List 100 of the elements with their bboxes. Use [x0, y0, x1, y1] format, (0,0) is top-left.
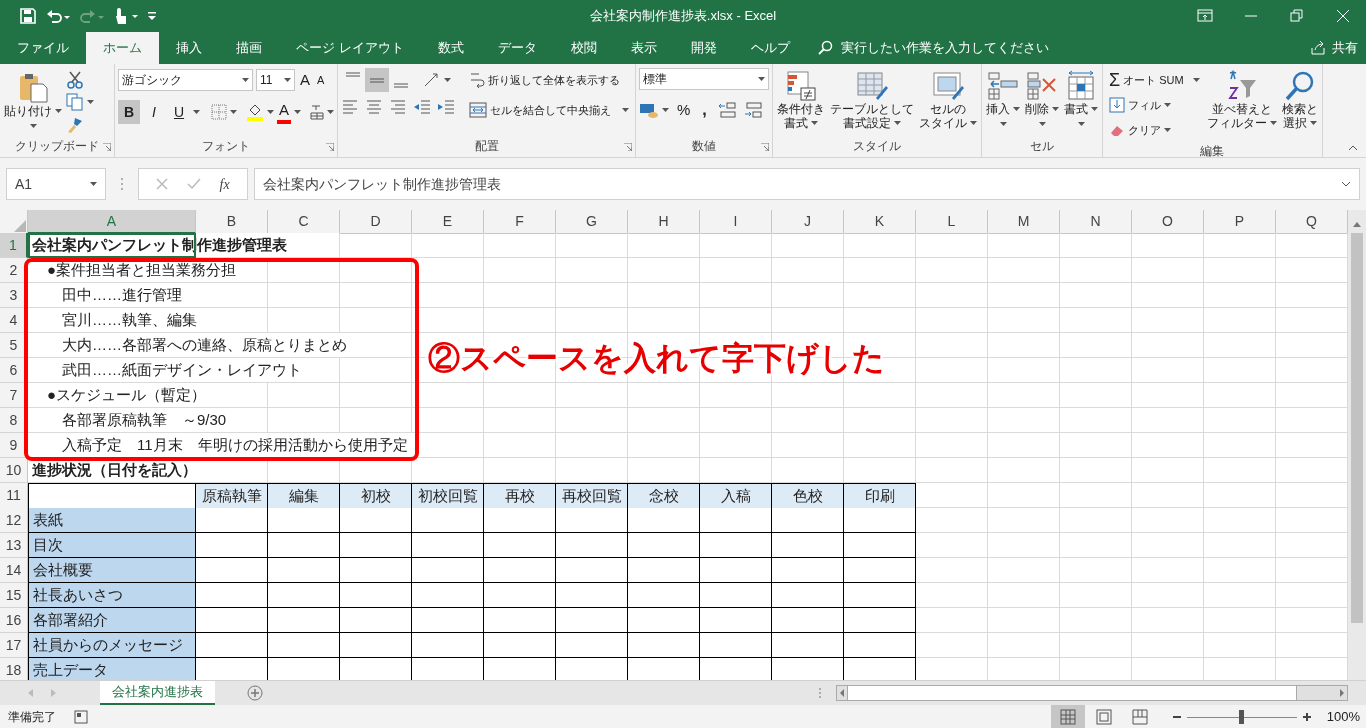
sheet-tab[interactable]: 会社案内進捗表 [100, 681, 215, 705]
grow-font-button[interactable]: A [298, 68, 312, 92]
dialog-launcher-icon[interactable] [103, 143, 111, 151]
shrink-font-button[interactable]: A [315, 68, 327, 92]
close-icon[interactable] [1335, 8, 1351, 24]
increase-decimal-icon[interactable] [716, 101, 737, 119]
add-sheet-icon[interactable] [247, 685, 263, 701]
column-header[interactable]: G [556, 210, 628, 234]
font-size-field[interactable]: 11 [256, 69, 295, 91]
fill-button[interactable]: フィル [1106, 93, 1203, 117]
scroll-up-icon[interactable] [1353, 222, 1361, 227]
number-format-field[interactable]: 標準 [639, 68, 769, 90]
clear-button[interactable]: クリア [1106, 118, 1203, 142]
touch-mode-icon[interactable] [114, 7, 138, 25]
dialog-launcher-icon[interactable] [624, 143, 632, 151]
ribbon-tab[interactable]: 表示 [613, 32, 674, 64]
row-header[interactable]: 14 [0, 558, 28, 583]
restore-icon[interactable] [1289, 8, 1305, 24]
ribbon-tab[interactable]: ヘルプ [733, 32, 807, 64]
zoom-percent[interactable]: 100% [1326, 706, 1360, 727]
row-header[interactable]: 16 [0, 608, 28, 633]
delete-button[interactable]: 削除 [1024, 68, 1060, 137]
fill-color-icon[interactable] [246, 103, 264, 121]
column-header[interactable]: N [1060, 210, 1132, 234]
conditional-button[interactable]: 条件付き 書式 [776, 68, 826, 137]
font-name-field[interactable]: 游ゴシック [118, 69, 253, 91]
copy-icon[interactable] [66, 92, 84, 111]
row-header[interactable]: 15 [0, 583, 28, 608]
zoom-slider[interactable] [1186, 709, 1297, 724]
column-header[interactable]: J [772, 210, 844, 234]
expand-icon[interactable] [1341, 181, 1351, 187]
font-color-button[interactable]: A [277, 100, 291, 124]
insert-button[interactable]: 挿入 [985, 68, 1021, 137]
slider-thumb[interactable] [1239, 709, 1245, 724]
undo-icon[interactable] [46, 8, 70, 24]
vertical-scrollbar[interactable] [1348, 210, 1366, 680]
align-text-icon[interactable] [365, 98, 383, 116]
autosum-button[interactable]: Σ オート SUM [1106, 68, 1203, 92]
orientation-icon[interactable] [423, 72, 441, 88]
ribbon-display-icon[interactable] [1197, 8, 1213, 24]
decrease-indent-icon[interactable] [413, 98, 431, 116]
column-header[interactable]: Q [1276, 210, 1348, 234]
align-text-icon[interactable] [389, 98, 407, 116]
scroll-right-icon[interactable] [1337, 686, 1347, 700]
scissors-icon[interactable] [66, 70, 84, 89]
decrease-decimal-icon[interactable] [742, 101, 763, 119]
customize-icon[interactable] [148, 12, 156, 20]
column-header[interactable]: O [1132, 210, 1204, 234]
row-header[interactable]: 1 [0, 233, 28, 258]
normal-view-button[interactable] [1050, 705, 1085, 728]
row-header[interactable]: 13 [0, 533, 28, 558]
row-header[interactable]: 12 [0, 508, 28, 533]
row-header[interactable]: 18 [0, 658, 28, 680]
format-painter-icon[interactable] [66, 115, 84, 134]
row-header[interactable]: 17 [0, 633, 28, 658]
wrap-text-button[interactable]: 折り返して全体を表示する [466, 68, 632, 92]
save-icon[interactable] [20, 8, 36, 24]
phonetic-icon[interactable] [310, 104, 324, 120]
bold-button[interactable]: B [118, 100, 140, 124]
merge-center-button[interactable]: セルを結合して中央揃え [466, 98, 632, 122]
ribbon-tab[interactable]: 開発 [673, 32, 734, 64]
name-box[interactable]: A1 [6, 168, 106, 200]
column-header[interactable]: I [700, 210, 772, 234]
ribbon-tab[interactable]: ファイル [0, 32, 86, 64]
percent-button[interactable]: % [675, 98, 693, 122]
column-header[interactable]: A [28, 210, 196, 234]
underline-button[interactable]: U [168, 100, 190, 124]
column-header[interactable]: P [1204, 210, 1276, 234]
column-header[interactable]: F [484, 210, 556, 234]
row-header[interactable]: 10 [0, 458, 28, 483]
ribbon-tab[interactable]: 校閲 [553, 32, 614, 64]
tell-me-field[interactable]: 実行したい作業を入力してください [838, 37, 1099, 59]
ribbon-tab[interactable]: 描画 [219, 32, 279, 64]
increase-indent-icon[interactable] [437, 98, 455, 116]
column-header[interactable]: E [412, 210, 484, 234]
column-header[interactable]: K [844, 210, 916, 234]
align-text-icon[interactable] [341, 98, 359, 116]
ribbon-tab[interactable]: データ [480, 32, 554, 64]
italic-button[interactable]: I [143, 100, 165, 124]
macro-record-icon[interactable] [74, 709, 88, 724]
table-button[interactable]: テーブルとして 書式設定 [829, 68, 915, 137]
column-header[interactable]: H [628, 210, 700, 234]
dialog-launcher-icon[interactable] [761, 143, 769, 151]
formula-field[interactable]: 会社案内パンフレット制作進捗管理表 [254, 168, 1360, 200]
column-header[interactable]: L [916, 210, 988, 234]
comma-button[interactable]: , [698, 98, 711, 122]
ribbon-tab[interactable]: ページ レイアウト [279, 32, 421, 64]
row-header[interactable]: 11 [0, 483, 28, 509]
horizontal-scrollbar[interactable] [836, 685, 1348, 701]
zoom-in-icon[interactable] [1302, 712, 1311, 721]
insert-function-button[interactable]: fx [219, 173, 230, 195]
column-header[interactable]: D [340, 210, 412, 234]
column-header[interactable]: M [988, 210, 1060, 234]
ribbon-tab[interactable]: 数式 [420, 32, 481, 64]
collapse-ribbon-icon[interactable] [1348, 145, 1358, 151]
sort-button[interactable]: 並べ替えと フィルター [1205, 68, 1278, 142]
currency-icon[interactable] [639, 101, 659, 119]
ribbon-tab[interactable]: 挿入 [159, 32, 219, 64]
share-button[interactable]: 共有 [1332, 38, 1358, 58]
dialog-launcher-icon[interactable] [326, 143, 334, 151]
